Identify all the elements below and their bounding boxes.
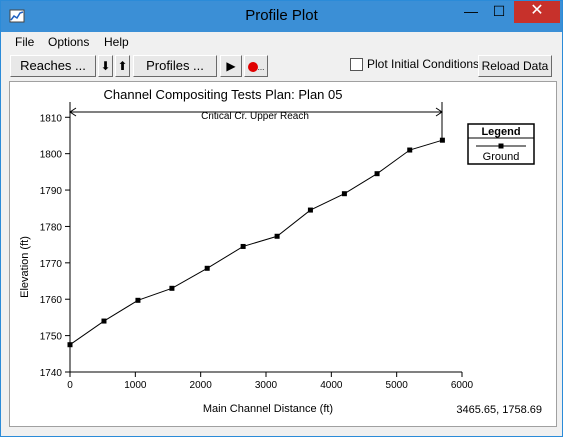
reload-data-button[interactable]: Reload Data [478, 55, 552, 77]
menu-options[interactable]: Options [48, 35, 89, 49]
series-line [69, 139, 443, 346]
data-point [135, 297, 141, 303]
menu-help[interactable]: Help [104, 35, 129, 49]
next-reach-button[interactable]: ⬆ [115, 55, 130, 77]
x-tick-label: 3000 [255, 380, 278, 391]
reaches-button[interactable]: Reaches ... [10, 55, 96, 77]
close-button[interactable]: ✕ [514, 1, 560, 23]
profile-chart: Channel Compositing Tests Plan: Plan 05 … [19, 87, 542, 416]
y-tick-label: 1790 [40, 186, 63, 197]
profile-plot-window: Profile Plot — ☐ ✕ File Options Help Rea… [0, 0, 563, 437]
x-tick-label: 5000 [386, 380, 409, 391]
legend-series-label: Ground [483, 151, 520, 163]
data-point [169, 285, 175, 291]
data-point [439, 137, 445, 143]
data-point [101, 318, 107, 324]
plot-initial-conditions-label: Plot Initial Conditions [367, 57, 480, 71]
record-button[interactable]: ... [244, 55, 268, 77]
data-point [341, 191, 347, 197]
reach-label: Critical Cr. Upper Reach [201, 111, 309, 122]
profiles-button[interactable]: Profiles ... [133, 55, 217, 77]
record-dots: ... [257, 63, 265, 72]
x-tick-label: 2000 [190, 380, 213, 391]
series-ground [67, 137, 445, 348]
minimize-button[interactable]: — [458, 1, 484, 23]
data-point [307, 207, 313, 213]
legend-title: Legend [481, 126, 520, 138]
play-icon: ▶ [226, 59, 236, 73]
x-tick-label: 1000 [124, 380, 147, 391]
y-tick-label: 1740 [40, 368, 63, 379]
y-tick-label: 1750 [40, 332, 63, 343]
coordinate-readout: 3465.65, 1758.69 [456, 404, 542, 416]
data-point [204, 265, 210, 271]
x-tick-label: 4000 [320, 380, 343, 391]
y-tick-label: 1770 [40, 259, 63, 270]
y-tick-label: 1810 [40, 113, 63, 124]
x-tick-label: 6000 [451, 380, 474, 391]
play-button[interactable]: ▶ [220, 55, 242, 77]
data-point [240, 243, 246, 249]
data-point [274, 233, 280, 239]
x-axis-label: Main Channel Distance (ft) [203, 403, 333, 415]
plot-title: Channel Compositing Tests Plan: Plan 05 [104, 87, 343, 102]
legend: Legend Ground [467, 123, 535, 165]
maximize-button[interactable]: ☐ [486, 1, 512, 23]
title-bar[interactable]: Profile Plot — ☐ ✕ [1, 1, 562, 32]
previous-reach-button[interactable]: ⬇ [98, 55, 113, 77]
data-point [407, 147, 413, 153]
x-tick-label: 0 [67, 380, 73, 391]
y-tick-label: 1780 [40, 222, 63, 233]
y-tick-label: 1760 [40, 295, 63, 306]
legend-marker-icon [498, 143, 504, 149]
y-tick-label: 1800 [40, 150, 63, 161]
record-icon [247, 61, 258, 72]
menu-bar: File Options Help [1, 32, 562, 52]
plot-initial-conditions-checkbox[interactable] [350, 58, 363, 71]
menu-file[interactable]: File [15, 35, 34, 49]
data-point [374, 171, 380, 177]
y-axis-label: Elevation (ft) [19, 236, 31, 298]
data-point [67, 342, 73, 348]
plot-area[interactable]: Channel Compositing Tests Plan: Plan 05 … [9, 81, 557, 427]
